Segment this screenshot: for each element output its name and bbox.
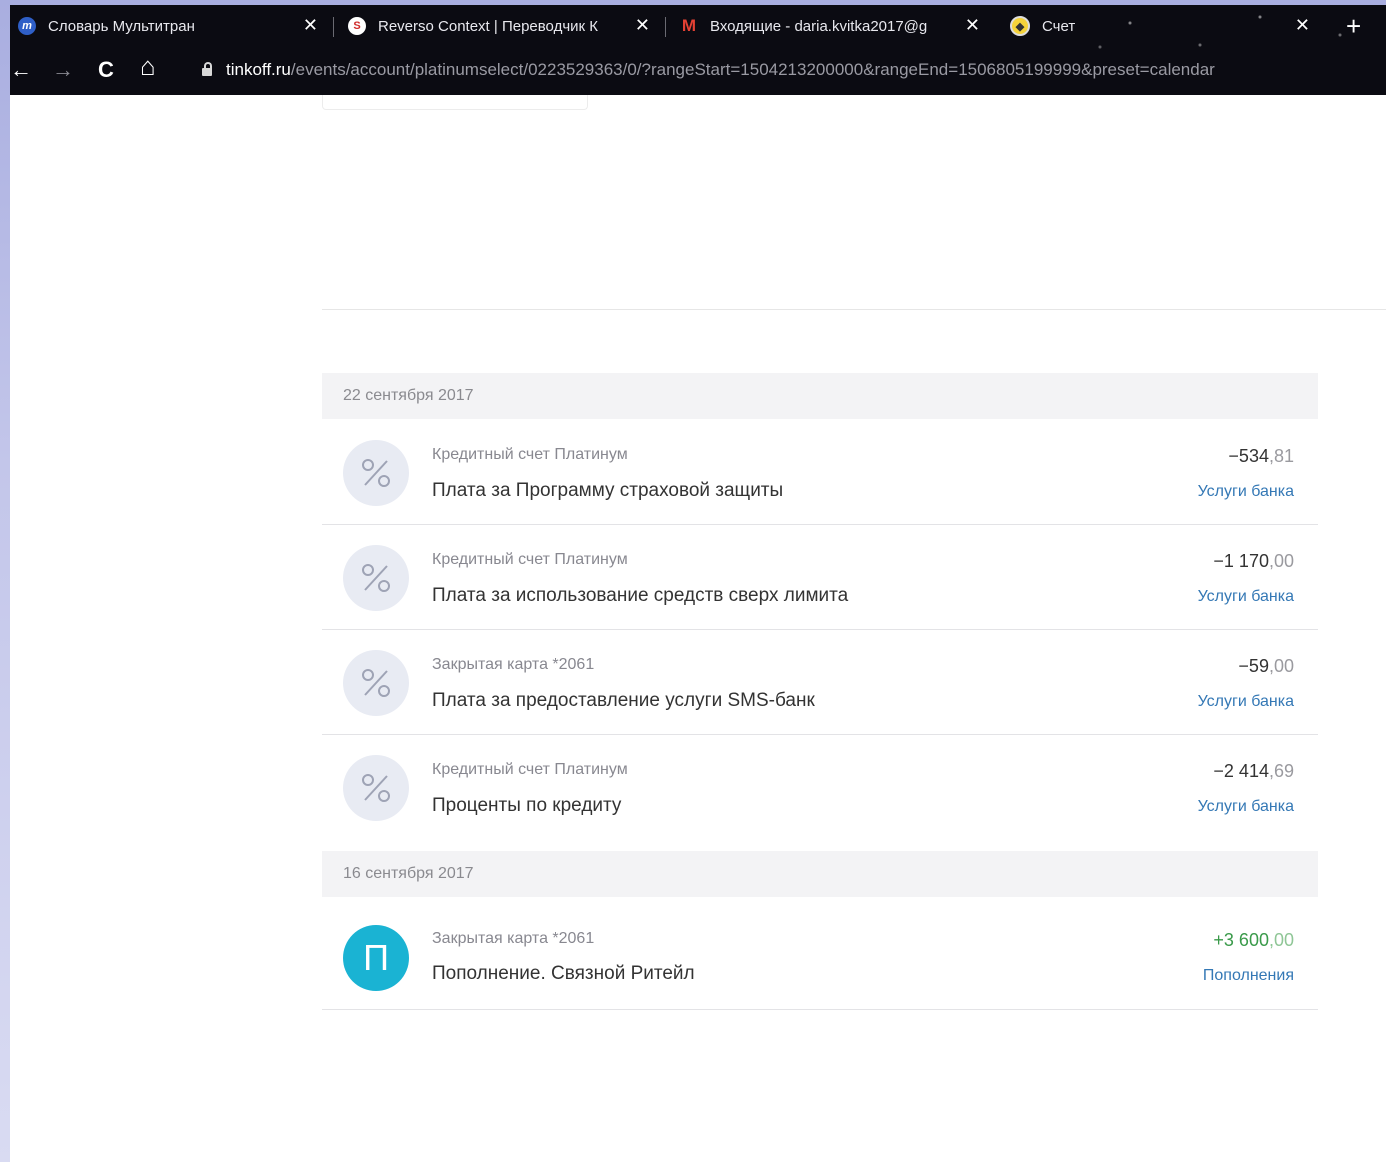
operation-row[interactable]: Кредитный счет Платинум Плата за Програм…	[322, 419, 1318, 525]
operation-amount: −534,81	[1228, 446, 1294, 466]
operation-description: Плата за Программу страховой защиты	[432, 480, 784, 501]
tab-reverso[interactable]: S Reverso Context | Переводчик К ✕	[348, 11, 650, 41]
close-icon[interactable]: ✕	[303, 15, 318, 36]
address-bar[interactable]: tinkoff.ru /events/account/platinumselec…	[188, 53, 1380, 87]
tab-multitran[interactable]: m Словарь Мультитран ✕	[18, 11, 318, 41]
multitran-icon: m	[18, 17, 36, 35]
filter-card	[322, 95, 588, 110]
tab-gmail[interactable]: M Входящие - daria.kvitka2017@g ✕	[680, 11, 980, 41]
operation-row[interactable]: П Закрытая карта *2061 Пополнение. Связн…	[322, 897, 1318, 1010]
operation-row[interactable]: Закрытая карта *2061 Плата за предоставл…	[322, 629, 1318, 735]
tab-separator	[665, 17, 666, 37]
tab-title: Счет	[1042, 17, 1076, 35]
operation-description: Проценты по кредиту	[432, 795, 622, 816]
operation-source: Кредитный счет Платинум	[432, 446, 628, 463]
home-button[interactable]: ⌂	[140, 53, 156, 79]
reload-button[interactable]: C	[98, 57, 114, 83]
date-header: 16 сентября 2017	[322, 851, 1318, 897]
reverso-icon: S	[348, 17, 366, 35]
operation-amount: −59,00	[1238, 656, 1294, 676]
percent-icon	[343, 545, 409, 611]
close-icon[interactable]: ✕	[1295, 15, 1310, 36]
new-tab-button[interactable]: +	[1346, 11, 1361, 41]
close-icon[interactable]: ✕	[635, 15, 650, 36]
date-header: 22 сентября 2017	[322, 373, 1318, 419]
close-icon[interactable]: ✕	[965, 15, 980, 36]
tab-tinkoff[interactable]: ◆ Счет ✕	[1010, 11, 1310, 41]
page-content: 22 сентября 2017 Кредитный счет Платинум…	[10, 95, 1386, 1162]
operation-row[interactable]: Кредитный счет Платинум Проценты по кред…	[322, 734, 1318, 839]
url-host: tinkoff.ru	[226, 60, 291, 79]
operation-category-link[interactable]: Пополнения	[1203, 967, 1294, 985]
url-path: /events/account/platinumselect/022352936…	[290, 60, 1215, 79]
tab-separator	[333, 17, 334, 37]
browser-chrome: m Словарь Мультитран ✕ S Reverso Context…	[10, 5, 1386, 95]
operation-source: Кредитный счет Платинум	[432, 761, 628, 778]
operation-description: Плата за использование средств сверх лим…	[432, 585, 849, 606]
operation-category-link[interactable]: Услуги банка	[1198, 588, 1294, 606]
operation-amount: +3 600,00	[1213, 930, 1294, 950]
percent-icon	[343, 440, 409, 506]
operation-row[interactable]: Кредитный счет Платинум Плата за использ…	[322, 524, 1318, 630]
operation-description: Плата за предоставление услуги SMS-банк	[432, 690, 815, 711]
operation-category-link[interactable]: Услуги банка	[1198, 693, 1294, 711]
tab-title: Reverso Context | Переводчик К	[378, 17, 598, 35]
forward-button[interactable]: →	[52, 57, 74, 83]
operation-description: Пополнение. Связной Ритейл	[432, 963, 695, 984]
operation-amount: −2 414,69	[1213, 761, 1294, 781]
section-divider	[322, 309, 1386, 310]
lock-icon	[202, 62, 212, 76]
letter-avatar: П	[343, 925, 409, 991]
tab-title: Словарь Мультитран	[48, 17, 195, 35]
operation-amount: −1 170,00	[1213, 551, 1294, 571]
operation-category-link[interactable]: Услуги банка	[1198, 483, 1294, 501]
operation-category-link[interactable]: Услуги банка	[1198, 798, 1294, 816]
tab-title: Входящие - daria.kvitka2017@g	[710, 17, 928, 35]
back-button[interactable]: ←	[10, 57, 32, 83]
browser-window: m Словарь Мультитран ✕ S Reverso Context…	[10, 5, 1386, 1162]
percent-icon	[343, 650, 409, 716]
percent-icon	[343, 755, 409, 821]
operation-source: Закрытая карта *2061	[432, 930, 595, 947]
avatar-letter: П	[363, 937, 389, 978]
operation-source: Кредитный счет Платинум	[432, 551, 628, 568]
gmail-icon: M	[681, 16, 697, 35]
tinkoff-icon: ◆	[1010, 16, 1030, 36]
operation-source: Закрытая карта *2061	[432, 656, 595, 673]
